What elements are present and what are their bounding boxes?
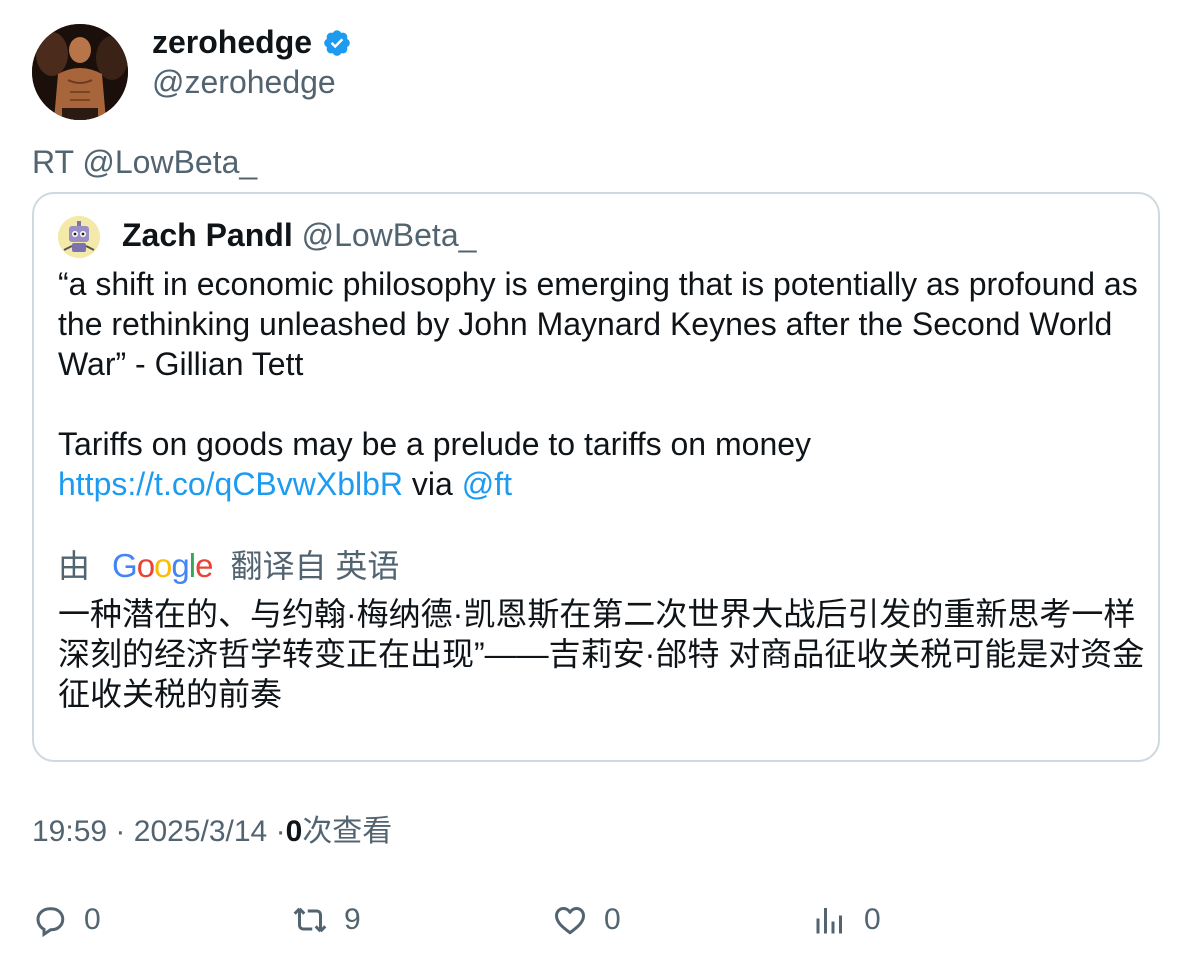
via-text: via xyxy=(411,466,453,502)
author-handle[interactable]: @zerohedge xyxy=(152,62,336,102)
quote-paragraph-2: Tariffs on goods may be a prelude to tar… xyxy=(58,424,1148,504)
quote-header[interactable]: Zach Pandl @LowBeta_ xyxy=(122,214,476,256)
meta-separator-1: · xyxy=(115,815,126,848)
translate-suffix: 翻译自 英语 xyxy=(230,548,400,584)
quoted-tweet-card[interactable]: Zach Pandl @LowBeta_ “a shift in economi… xyxy=(32,192,1160,762)
quote-author-name[interactable]: Zach Pandl xyxy=(122,217,293,253)
quote-paragraph-1: “a shift in economic philosophy is emerg… xyxy=(58,266,1138,382)
ft-mention-link[interactable]: @ft xyxy=(462,466,512,502)
reply-button[interactable]: 0 xyxy=(32,898,101,942)
tweet-date[interactable]: 2025/3/14 xyxy=(134,815,267,848)
article-link[interactable]: https://t.co/qCBvwXblbR xyxy=(58,466,403,502)
translate-prefix: 由 xyxy=(58,548,91,584)
retweet-icon xyxy=(292,902,328,938)
verified-badge-icon xyxy=(322,27,352,57)
quote-author-avatar[interactable] xyxy=(58,216,100,258)
tweet-meta: 19:59 · 2025/3/14 ·0次查看 xyxy=(32,812,392,852)
author-name[interactable]: zerohedge xyxy=(152,22,312,62)
views-action-count: 0 xyxy=(864,903,881,936)
analytics-icon xyxy=(812,902,848,938)
reply-count: 0 xyxy=(84,903,101,936)
google-logo: Google xyxy=(112,547,213,584)
author-name-row[interactable]: zerohedge xyxy=(152,22,352,62)
author-avatar[interactable] xyxy=(32,24,128,120)
like-count: 0 xyxy=(604,903,621,936)
like-button[interactable]: 0 xyxy=(552,898,621,942)
retweet-text: RT @LowBeta_ xyxy=(32,144,258,180)
translation-attribution[interactable]: 由 Google 翻译自 英语 xyxy=(58,546,399,586)
views-label: 次查看 xyxy=(302,815,393,848)
avatar-image xyxy=(32,24,128,120)
views-button[interactable]: 0 xyxy=(812,898,881,942)
tweet-time[interactable]: 19:59 xyxy=(32,815,107,848)
quote-paragraph-2-text: Tariffs on goods may be a prelude to tar… xyxy=(58,426,812,462)
quote-body: “a shift in economic philosophy is emerg… xyxy=(58,264,1148,504)
retweet-count: 9 xyxy=(344,903,361,936)
heart-icon xyxy=(552,902,588,938)
quote-author-handle[interactable]: @LowBeta_ xyxy=(302,217,477,253)
meta-separator-2: · xyxy=(275,815,286,848)
retweet-button[interactable]: 9 xyxy=(292,898,361,942)
views-count: 0 xyxy=(285,815,303,848)
translated-text: 一种潜在的、与约翰·梅纳德·凯恩斯在第二次世界大战后引发的重新思考一样深刻的经济… xyxy=(58,596,1145,712)
robot-avatar-image xyxy=(58,216,100,258)
reply-icon xyxy=(32,902,68,938)
